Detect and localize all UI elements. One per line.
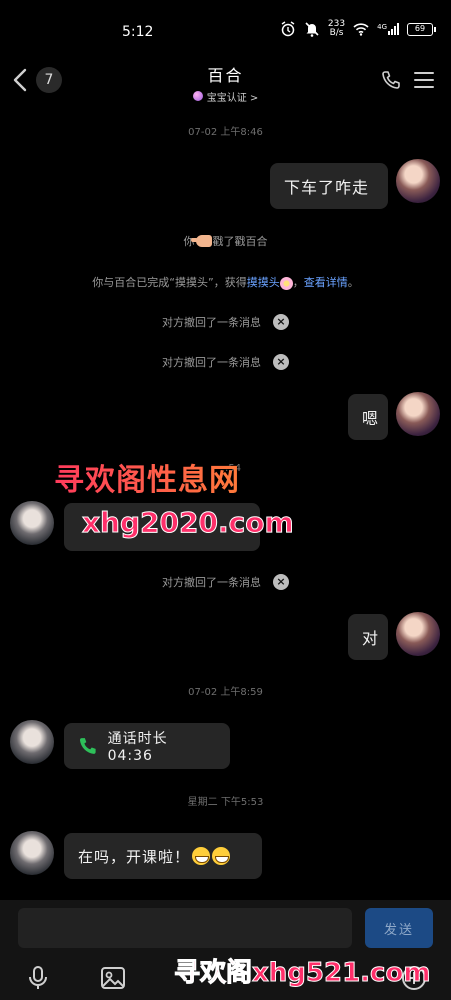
chat-header: 7 百合 宝宝认证 > bbox=[0, 60, 451, 104]
watermark-footer: 寻欢阁xhg521.com bbox=[173, 958, 431, 989]
message-bubble-outgoing[interactable]: 下车了咋走 bbox=[270, 163, 388, 209]
message-text: 在吗，开课啦！ bbox=[78, 847, 191, 866]
view-details-link[interactable]: 查看详情 bbox=[304, 276, 348, 289]
image-icon[interactable] bbox=[99, 964, 127, 992]
message-bubble-incoming[interactable]: 在吗，开课啦！ bbox=[64, 833, 262, 879]
menu-icon[interactable] bbox=[413, 70, 435, 90]
close-icon[interactable]: × bbox=[273, 354, 289, 370]
poke-text: 戳了戳百合 bbox=[212, 235, 268, 248]
wifi-icon bbox=[353, 23, 369, 36]
network-speed: 233 B/s bbox=[328, 20, 345, 38]
message-bubble-outgoing[interactable]: 对 bbox=[348, 614, 388, 660]
phone-icon[interactable] bbox=[381, 70, 401, 90]
grin-emoji-icon bbox=[212, 847, 231, 865]
my-avatar[interactable] bbox=[396, 392, 440, 436]
contact-avatar[interactable] bbox=[10, 831, 54, 875]
network-speed-unit: B/s bbox=[329, 28, 344, 38]
mute-icon bbox=[305, 22, 319, 37]
chat-subtitle-text: 宝宝认证 > bbox=[206, 92, 259, 104]
signal-label: 4G bbox=[377, 23, 387, 31]
watermark-url: xhg2020.com bbox=[82, 506, 295, 540]
message-input[interactable] bbox=[18, 908, 352, 948]
chat-screen: 5:12 233 B/s 4G 69 7 百合 宝宝认证 > 07-02 上午8… bbox=[0, 0, 451, 1000]
task-text: 你与百合已完成“摸摸头”，获得 bbox=[92, 276, 247, 289]
watermark-title: 寻欢阁性息网 bbox=[54, 455, 240, 499]
recall-text: 对方撤回了一条消息 bbox=[162, 356, 261, 369]
phone-call-icon bbox=[79, 738, 96, 754]
timestamp: 07-02 上午8:59 bbox=[188, 687, 263, 698]
recall-text: 对方撤回了一条消息 bbox=[162, 316, 261, 329]
chat-subtitle[interactable]: 宝宝认证 > bbox=[192, 89, 259, 104]
poke-hand-icon bbox=[190, 235, 212, 247]
close-icon[interactable]: × bbox=[273, 574, 289, 590]
call-duration-text: 通话时长 04:36 bbox=[107, 731, 168, 764]
close-icon[interactable]: × bbox=[273, 314, 289, 330]
recall-text: 对方撤回了一条消息 bbox=[162, 576, 261, 589]
contact-avatar[interactable] bbox=[10, 501, 54, 545]
call-record-bubble[interactable]: 通话时长 04:36 bbox=[64, 723, 230, 769]
microphone-icon[interactable] bbox=[24, 964, 52, 992]
recall-notice: 对方撤回了一条消息 × bbox=[0, 354, 451, 370]
task-complete-notice: 你与百合已完成“摸摸头”，获得摸摸头 ，查看详情。 bbox=[0, 274, 451, 290]
task-end: 。 bbox=[347, 276, 359, 289]
badge-icon bbox=[192, 91, 203, 101]
timestamp: 07-02 上午8:46 bbox=[188, 127, 263, 138]
recall-notice: 对方撤回了一条消息 × bbox=[0, 574, 451, 590]
send-button[interactable]: 发送 bbox=[365, 908, 433, 948]
my-avatar[interactable] bbox=[396, 612, 440, 656]
task-separator: ， bbox=[292, 276, 304, 289]
status-time: 5:12 bbox=[122, 24, 154, 40]
battery-indicator: 69 bbox=[407, 22, 436, 36]
flower-icon bbox=[279, 276, 293, 290]
alarm-icon bbox=[281, 21, 295, 37]
status-bar: 5:12 233 B/s 4G 69 bbox=[0, 0, 451, 60]
grin-emoji-icon bbox=[192, 847, 211, 865]
message-bubble-outgoing[interactable]: 嗯 bbox=[348, 394, 388, 440]
poke-notice: 你戳了戳百合 bbox=[0, 233, 451, 249]
signal-icon: 4G bbox=[377, 23, 399, 35]
task-reward-link[interactable]: 摸摸头 bbox=[247, 276, 280, 289]
my-avatar[interactable] bbox=[396, 159, 440, 203]
contact-avatar[interactable] bbox=[10, 720, 54, 764]
status-icons: 233 B/s 4G 69 bbox=[280, 20, 436, 38]
timestamp: 星期二 下午5:53 bbox=[187, 797, 264, 808]
recall-notice: 对方撤回了一条消息 × bbox=[0, 314, 451, 330]
